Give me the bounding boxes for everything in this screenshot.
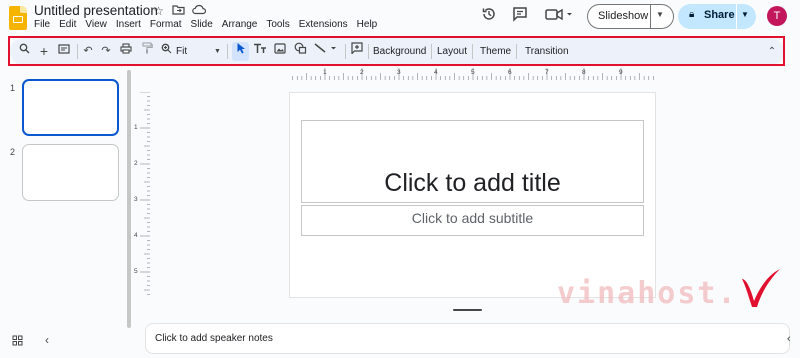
side-panel-toggle-icon[interactable]: ‹	[787, 333, 791, 345]
lock-icon: 🔒︎	[689, 9, 695, 20]
slide-number: 2	[10, 147, 16, 157]
menu-slide[interactable]: Slide	[191, 19, 213, 30]
menu-edit[interactable]: Edit	[59, 19, 76, 30]
comments-icon[interactable]	[510, 6, 530, 26]
subtitle-placeholder[interactable]: Click to add subtitle	[301, 205, 644, 236]
background-button[interactable]: Background	[373, 42, 426, 61]
cloud-status-icon[interactable]	[192, 4, 207, 18]
title-placeholder[interactable]: Click to add title	[301, 120, 644, 203]
avatar[interactable]: T	[767, 6, 787, 26]
ruler-label: 9	[619, 69, 623, 76]
version-history-icon[interactable]	[479, 6, 499, 26]
ruler-label: 4	[434, 69, 438, 76]
select-tool-icon[interactable]	[232, 42, 249, 61]
add-comment-icon[interactable]	[349, 42, 365, 61]
speaker-notes-placeholder: Click to add speaker notes	[155, 333, 273, 344]
slides-logo-icon[interactable]	[9, 6, 27, 30]
menu-arrange[interactable]: Arrange	[222, 19, 258, 30]
line-tool-icon[interactable]	[313, 42, 341, 61]
slide-number: 1	[10, 83, 16, 93]
ruler-label: 7	[545, 69, 549, 76]
video-call-icon[interactable]	[544, 6, 574, 26]
share-dropdown-icon[interactable]: ▼	[741, 10, 749, 19]
share-label: Share	[704, 9, 735, 21]
transition-button[interactable]: Transition	[525, 42, 569, 61]
collapse-filmstrip-icon[interactable]: ‹	[45, 333, 49, 347]
watermark-text: vinahost.	[557, 276, 738, 311]
grid-view-icon[interactable]	[12, 335, 23, 349]
move-to-folder-icon[interactable]	[172, 4, 185, 18]
zoom-value: Fit	[176, 46, 188, 57]
collapse-toolbar-icon[interactable]: ⌃	[766, 42, 778, 61]
ruler-label: 6	[508, 69, 512, 76]
title-placeholder-text: Click to add title	[384, 169, 561, 197]
shape-icon[interactable]	[292, 42, 308, 61]
ruler-label: 3	[397, 69, 401, 76]
share-button[interactable]: 🔒︎ Share ▼	[678, 4, 756, 29]
theme-button[interactable]: Theme	[480, 42, 511, 61]
ruler-label: 4	[134, 232, 138, 239]
ruler-label: 1	[134, 124, 138, 131]
ruler-label: 5	[134, 268, 138, 275]
redo-icon[interactable]: ↷	[99, 42, 113, 61]
star-icon[interactable]: ☆	[152, 4, 165, 18]
zoom-icon[interactable]	[159, 42, 173, 61]
menu-help[interactable]: Help	[357, 19, 378, 30]
zoom-dropdown-icon: ▼	[214, 48, 221, 55]
slide-thumbnail-2[interactable]	[22, 144, 119, 201]
slideshow-label: Slideshow	[598, 10, 649, 22]
document-title[interactable]: Untitled presentation	[34, 3, 158, 18]
notes-resize-handle[interactable]	[453, 309, 482, 311]
zoom-select[interactable]: Fit ▼	[176, 42, 222, 61]
subtitle-placeholder-text: Click to add subtitle	[411, 210, 534, 226]
vertical-ruler[interactable]	[140, 92, 150, 298]
undo-icon[interactable]: ↶	[81, 42, 95, 61]
insert-image-icon[interactable]	[272, 42, 288, 61]
menu-view[interactable]: View	[85, 19, 107, 30]
ruler-label: 3	[134, 196, 138, 203]
layout-button[interactable]: Layout	[437, 42, 467, 61]
filmstrip-scrollbar[interactable]	[127, 70, 131, 328]
vinahost-logo-icon	[742, 269, 780, 307]
menu-tools[interactable]: Tools	[266, 19, 289, 30]
menu-file[interactable]: File	[34, 19, 50, 30]
menu-extensions[interactable]: Extensions	[299, 19, 348, 30]
title-icons: ☆	[152, 4, 207, 18]
menu-format[interactable]: Format	[150, 19, 182, 30]
new-slide-layout-icon[interactable]	[56, 42, 72, 61]
menu-bar: File Edit View Insert Format Slide Arran…	[34, 19, 386, 30]
paint-format-icon[interactable]	[140, 42, 154, 61]
search-menus-icon[interactable]	[17, 42, 31, 61]
slideshow-button[interactable]: Slideshow ▼	[587, 4, 674, 29]
ruler-label: 2	[360, 69, 364, 76]
new-slide-icon[interactable]: +	[37, 42, 51, 61]
menu-insert[interactable]: Insert	[116, 19, 141, 30]
ruler-label: 1	[323, 69, 327, 76]
slides-editor: Untitled presentation ☆ File Edit View I…	[0, 0, 800, 358]
slideshow-dropdown-icon[interactable]: ▼	[656, 10, 664, 19]
print-icon[interactable]	[118, 42, 134, 61]
slide-filmstrip: 1 2	[0, 66, 127, 328]
ruler-label: 8	[582, 69, 586, 76]
speaker-notes[interactable]: Click to add speaker notes	[145, 323, 790, 354]
slide-thumbnail-1[interactable]	[22, 79, 119, 136]
ruler-label: 5	[471, 69, 475, 76]
ruler-label: 2	[134, 160, 138, 167]
toolbar: + ↶ ↷ Fit ▼ Background Layout Theme Tran…	[10, 38, 784, 65]
app-header: Untitled presentation ☆ File Edit View I…	[0, 0, 800, 38]
text-box-icon[interactable]	[252, 42, 268, 61]
